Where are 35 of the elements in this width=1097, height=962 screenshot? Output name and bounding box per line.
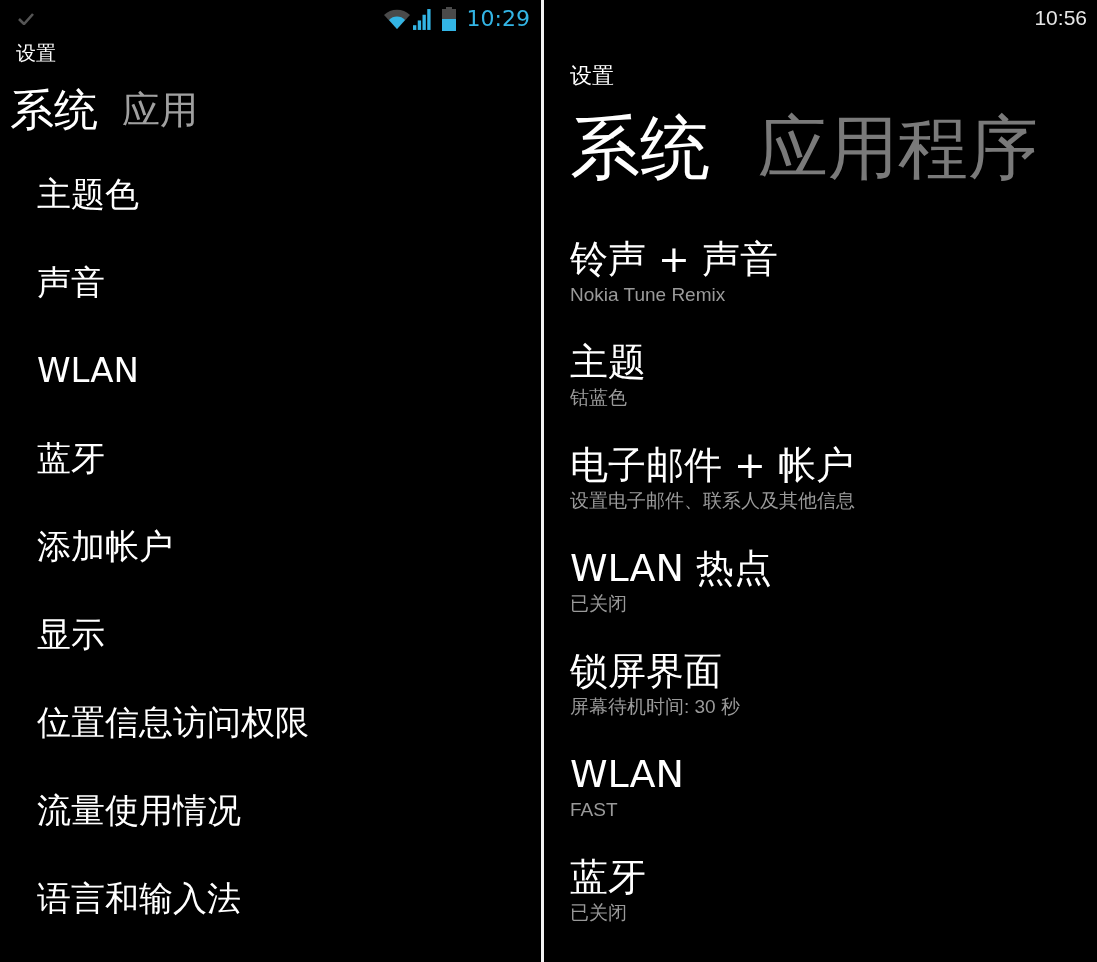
app-title: 设置 <box>16 41 56 65</box>
pivot-tab[interactable]: 系统 <box>10 85 98 135</box>
settings-item[interactable]: 主题 <box>570 339 646 385</box>
settings-item[interactable]: 蓝牙 <box>37 436 105 480</box>
signal-icon <box>412 8 432 30</box>
settings-item[interactable]: 主题色 <box>37 172 139 216</box>
settings-item[interactable]: 语言和输入法 <box>37 876 241 920</box>
battery-icon <box>441 7 456 31</box>
settings-item[interactable]: 铃声 + 声音 <box>570 236 778 282</box>
settings-item-detail: Nokia Tune Remix <box>570 283 726 307</box>
settings-item-detail: 设置电子邮件、联系人及其他信息 <box>570 489 855 513</box>
settings-item[interactable]: 声音 <box>37 260 105 304</box>
settings-item-detail: 已关闭 <box>570 592 627 616</box>
status-time: 10:56 <box>1034 6 1087 30</box>
pivot-tab[interactable]: 系统 <box>570 108 710 188</box>
settings-item[interactable]: 位置信息访问权限 <box>37 700 309 744</box>
app-title: 设置 <box>570 64 614 88</box>
wifi-icon <box>383 9 410 29</box>
pivot-tab[interactable]: 应用程序 <box>758 108 1038 188</box>
settings-item-detail: 已关闭 <box>570 901 627 925</box>
status-time: 10:29 <box>466 6 530 32</box>
settings-item[interactable]: 电子邮件 + 帐户 <box>570 442 854 488</box>
settings-item[interactable]: WLAN <box>570 751 685 797</box>
check-icon <box>18 13 34 25</box>
pivot-tab[interactable]: 应用 <box>122 85 198 135</box>
settings-item[interactable]: WLAN 热点 <box>570 545 773 591</box>
settings-item-detail: 屏幕待机时间: 30 秒 <box>570 695 740 719</box>
settings-item[interactable]: 流量使用情况 <box>37 788 241 832</box>
settings-item[interactable]: 添加帐户 <box>37 524 173 568</box>
settings-item[interactable]: 蓝牙 <box>570 854 646 900</box>
settings-item[interactable]: WLAN <box>37 348 140 392</box>
settings-item-detail: FAST <box>570 798 618 822</box>
settings-item[interactable]: 锁屏界面 <box>570 648 722 694</box>
settings-item-detail: 钴蓝色 <box>570 386 627 410</box>
settings-item[interactable]: 显示 <box>37 612 105 656</box>
